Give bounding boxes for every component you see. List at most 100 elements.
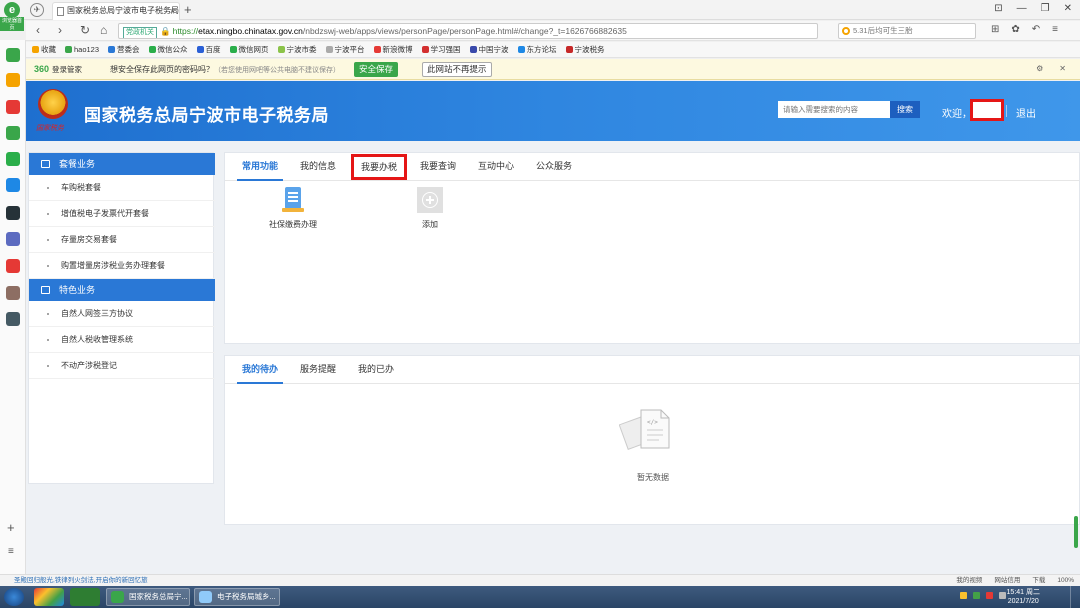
status-ad-text[interactable]: 圣殿回归般光,铁律列火剑法,开启你的新回忆旅 <box>14 575 148 586</box>
grid-icon <box>41 286 50 294</box>
volume-icon[interactable] <box>999 592 1006 599</box>
function-add[interactable]: 添加 <box>405 187 455 230</box>
browser-tab-active[interactable]: 国家税务总局宁波市电子税务局 × <box>52 2 180 20</box>
new-tab-button[interactable]: + <box>184 2 192 17</box>
tab-query[interactable]: 我要查询 <box>415 153 461 181</box>
menu-item[interactable]: 自然人网签三方协议 <box>29 301 215 327</box>
bookmark-item[interactable]: 微信公众 <box>148 44 188 55</box>
taskbar-browser-window[interactable]: 国家税务总局宁... <box>106 588 190 606</box>
browser-search-input[interactable]: 5.31后均可生三胎 <box>838 23 976 39</box>
site-title: 国家税务总局宁波市电子税务局 <box>84 106 329 125</box>
undo-icon[interactable]: ↶ <box>1032 24 1040 35</box>
username-redacted[interactable] <box>970 99 1004 121</box>
home-button[interactable]: ⌂ <box>100 23 107 37</box>
gear-icon[interactable]: ⚙ <box>1036 64 1043 73</box>
bookmark-item[interactable]: 微信网页 <box>229 44 269 55</box>
side-app-icon[interactable] <box>6 259 20 273</box>
menu-group-package[interactable]: 套餐业务 <box>29 153 215 175</box>
site-search-input[interactable] <box>778 101 890 118</box>
forward-button[interactable]: › <box>58 23 62 37</box>
compass-icon[interactable]: ✈ <box>30 3 44 17</box>
show-desktop-button[interactable] <box>1070 586 1080 608</box>
settings-icon[interactable]: ✿ <box>1011 24 1019 35</box>
bookmark-item[interactable]: 百度 <box>196 44 221 55</box>
tab-interaction[interactable]: 互动中心 <box>473 153 519 181</box>
tab-completed[interactable]: 我的已办 <box>353 356 399 384</box>
scroll-indicator[interactable] <box>1074 516 1078 548</box>
function-social-insurance[interactable]: 社保缴费办理 <box>263 187 323 230</box>
menu-icon[interactable]: ≡ <box>1052 24 1058 35</box>
tab-my-info[interactable]: 我的信息 <box>295 153 341 181</box>
url-input[interactable]: 党政机关 🔒 https://etax.ningbo.chinatax.gov.cn… <box>118 23 818 39</box>
skin-icon[interactable]: ⊡ <box>994 3 1002 14</box>
weibo-icon[interactable] <box>6 100 20 114</box>
close-icon[interactable]: ✕ <box>1059 64 1066 73</box>
clock[interactable]: 15:41 周二 2021/7/20 <box>1007 588 1040 606</box>
bookmark-item[interactable]: 宁波市委 <box>277 44 317 55</box>
left-menu: 套餐业务 车购税套餐 增值税电子发票代开套餐 存量房交易套餐 购置增量房涉税业务… <box>28 152 215 484</box>
tab-common[interactable]: 常用功能 <box>237 153 283 181</box>
bookmark-item[interactable]: 中国宁波 <box>469 44 509 55</box>
minimize-button[interactable]: — <box>1017 3 1027 14</box>
add-icon[interactable]: + <box>7 520 15 535</box>
zoom-level[interactable]: 100% <box>1057 575 1074 586</box>
national-emblem-icon <box>38 89 68 119</box>
side-app-icon[interactable] <box>6 178 20 192</box>
back-button[interactable]: ‹ <box>36 23 40 37</box>
tray-icon[interactable] <box>973 592 980 599</box>
close-window-button[interactable]: ✕ <box>1064 3 1072 14</box>
browser-side-panel: + ≡ <box>0 40 26 574</box>
save-password-button[interactable]: 安全保存 <box>354 62 399 77</box>
todo-panel: 我的待办 服务提醒 我的已办 </> 暂无数据 <box>224 355 1080 525</box>
menu-item[interactable]: 车购税套餐 <box>29 175 215 201</box>
excel-icon[interactable] <box>70 588 100 606</box>
bookmark-item[interactable]: 营委会 <box>108 44 140 55</box>
bookmark-item[interactable]: 新浪微博 <box>373 44 413 55</box>
apps-icon[interactable]: ⊞ <box>991 24 999 35</box>
tab-public-service[interactable]: 公众服务 <box>531 153 577 181</box>
download-button[interactable]: 下载 <box>1032 575 1045 586</box>
side-app-icon[interactable] <box>6 48 20 62</box>
side-app-icon[interactable] <box>6 312 20 326</box>
menu-item[interactable]: 增值税电子发票代开套餐 <box>29 201 215 227</box>
menu-group-special[interactable]: 特色业务 <box>29 279 215 301</box>
bookmark-item[interactable]: 收藏 <box>32 44 56 55</box>
video-button[interactable]: 我的视频 <box>956 575 982 586</box>
menu-item[interactable]: 存量房交易套餐 <box>29 227 215 253</box>
taskbar-window[interactable]: 电子税务局城乡... <box>194 588 280 606</box>
star-icon[interactable] <box>6 73 20 87</box>
tab-tax-handling[interactable]: 我要办税 <box>351 154 407 180</box>
reload-button[interactable]: ↻ <box>80 23 90 37</box>
cert-badge[interactable]: 党政机关 <box>123 27 157 38</box>
side-app-icon[interactable] <box>6 126 20 140</box>
bookmark-item[interactable]: 东方论坛 <box>517 44 557 55</box>
menu-icon[interactable]: ≡ <box>8 546 14 557</box>
bookmark-item[interactable]: 宁波平台 <box>325 44 365 55</box>
site-credit-button[interactable]: 网站信用 <box>994 575 1020 586</box>
link-icon[interactable] <box>6 152 20 166</box>
menu-item[interactable]: 不动产涉税登记 <box>29 353 215 379</box>
taskbar-app-icon[interactable] <box>34 588 64 606</box>
menu-item[interactable]: 购置增量房涉税业务办理套餐 <box>29 253 215 279</box>
maximize-button[interactable]: ❐ <box>1041 3 1050 14</box>
never-remind-button[interactable]: 此网站不再提示 <box>422 62 492 77</box>
window-controls: ⊡ — ❐ ✕ <box>994 3 1072 14</box>
bookmark-item[interactable]: hao123 <box>65 45 99 54</box>
bookmark-item[interactable]: 学习强国 <box>421 44 461 55</box>
menu-item[interactable]: 自然人税收管理系统 <box>29 327 215 353</box>
tab-reminders[interactable]: 服务提醒 <box>295 356 341 384</box>
browser-logo-icon[interactable]: e <box>4 2 20 18</box>
tray-icon[interactable] <box>986 592 993 599</box>
url-scheme: https:// <box>172 26 199 36</box>
side-app-icon[interactable] <box>6 286 20 300</box>
site-search-button[interactable]: 搜索 <box>890 101 920 118</box>
tray-icon[interactable] <box>960 592 967 599</box>
bookmark-item[interactable]: 宁波税务 <box>565 44 605 55</box>
logout-link[interactable]: 退出 <box>1016 105 1036 120</box>
side-app-icon[interactable] <box>6 232 20 246</box>
side-app-icon[interactable] <box>6 206 20 220</box>
tab-close-icon[interactable]: × <box>170 3 175 19</box>
start-button[interactable] <box>4 588 24 606</box>
tab-my-todo[interactable]: 我的待办 <box>237 356 283 384</box>
password-bar-controls: ⚙ ✕ <box>1036 64 1066 73</box>
